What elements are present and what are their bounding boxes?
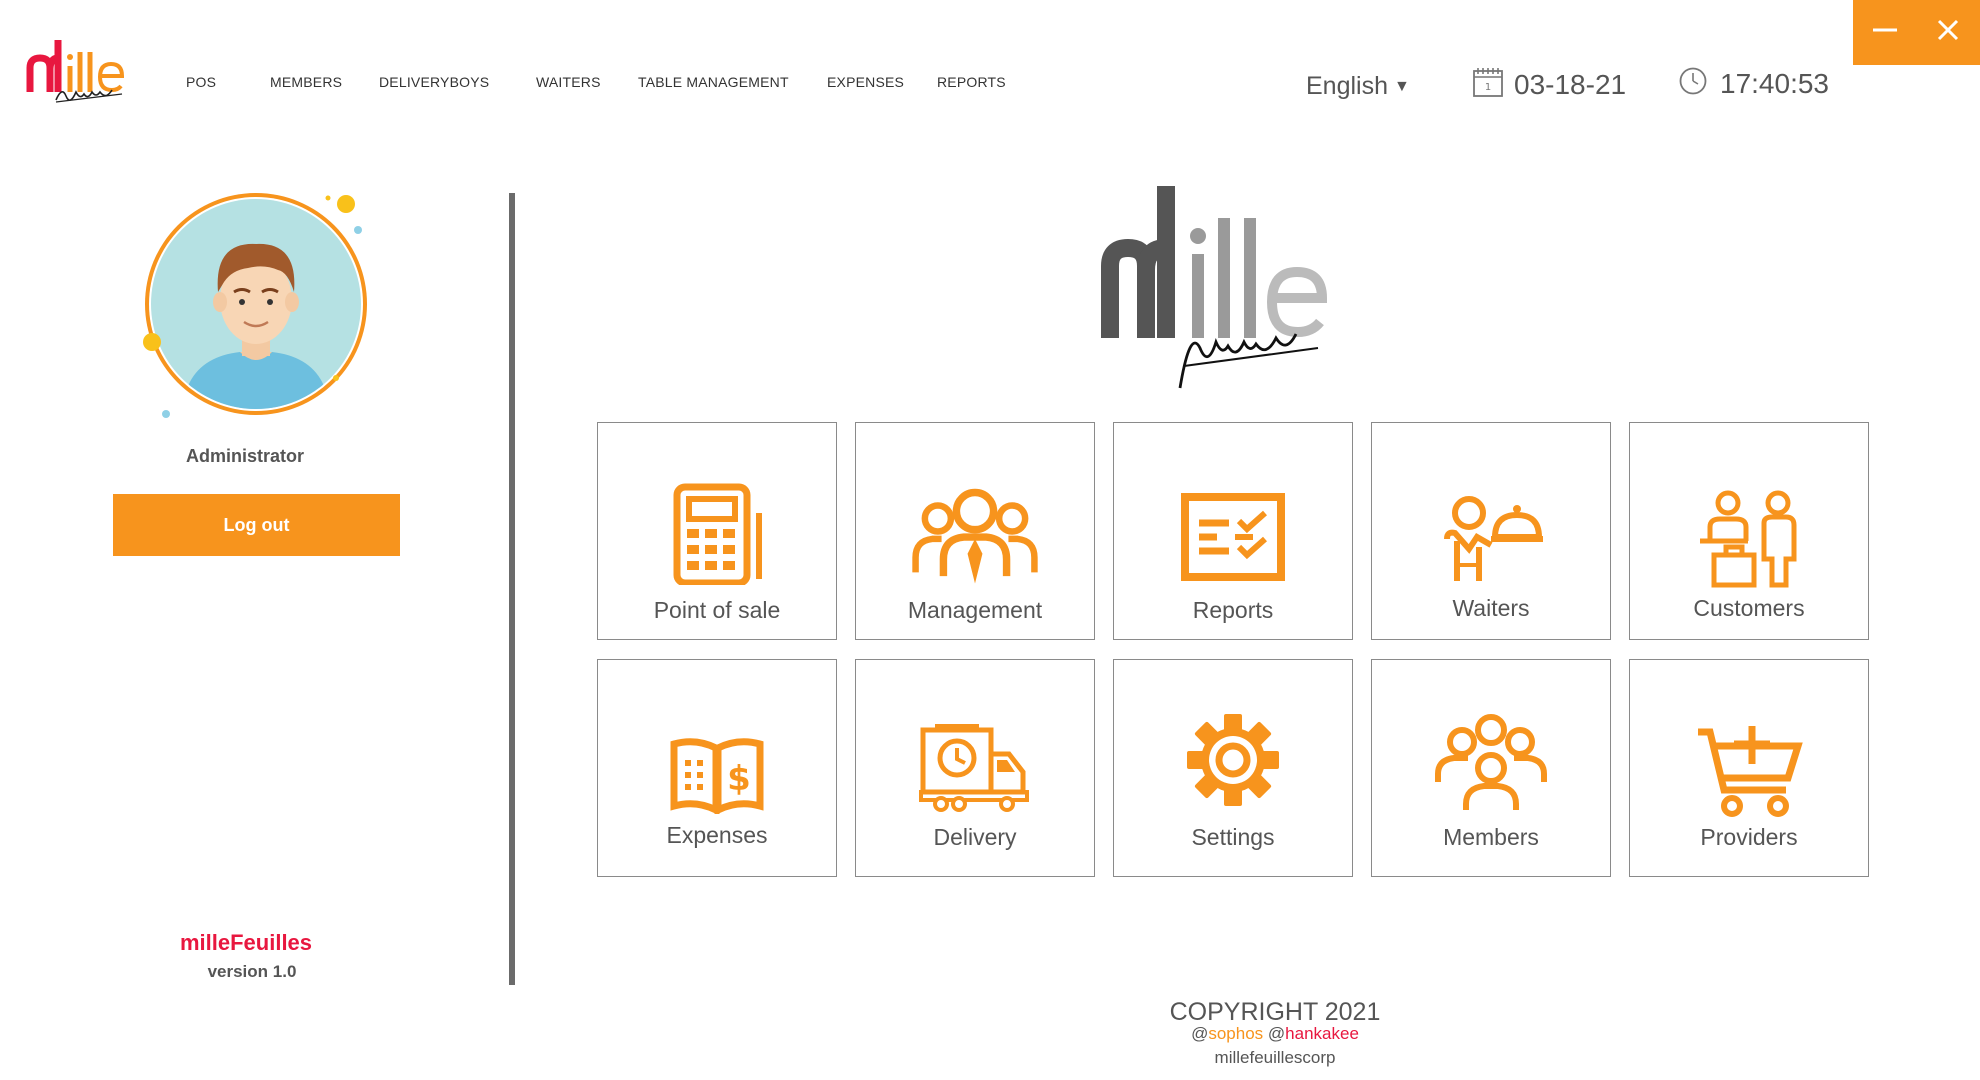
main-logo (1100, 178, 1400, 390)
nav-table-management[interactable]: TABLE MANAGEMENT (638, 74, 789, 90)
tile-members[interactable]: Members (1371, 659, 1611, 877)
nav-members[interactable]: MEMBERS (270, 74, 342, 90)
tile-providers[interactable]: Providers (1629, 659, 1869, 877)
logout-button[interactable]: Log out (113, 494, 400, 556)
members-icon (1426, 712, 1556, 832)
nav-waiters[interactable]: WAITERS (536, 74, 601, 90)
panel-divider (509, 193, 515, 985)
app-logo (26, 30, 138, 112)
minimize-button[interactable] (1853, 0, 1916, 65)
gear-icon (1168, 710, 1298, 830)
minimize-icon (1871, 16, 1899, 49)
tile-reports[interactable]: Reports (1113, 422, 1353, 640)
checklist-icon (1168, 493, 1298, 613)
copyright: COPYRIGHT 2021 (1169, 998, 1381, 1026)
tile-label: Point of sale (653, 597, 781, 623)
app-name: milleFeuilles (179, 930, 313, 955)
tile-settings[interactable]: Settings (1113, 659, 1353, 877)
credit-hankakee[interactable]: hankakee (1285, 1024, 1359, 1043)
credits: @sophos @hankakee (1120, 1024, 1430, 1044)
svg-text:1: 1 (1485, 82, 1491, 93)
tile-label: Providers (1700, 824, 1798, 850)
nav-expenses[interactable]: EXPENSES (827, 74, 904, 90)
svg-text:$: $ (727, 759, 751, 799)
language-label: English (1306, 72, 1388, 100)
language-select[interactable]: English ▼ (1306, 72, 1410, 101)
caret-down-icon: ▼ (1394, 77, 1410, 95)
tile-label: Waiters (1452, 595, 1530, 621)
tile-label: Delivery (933, 824, 1017, 850)
tile-point-of-sale[interactable]: Point of sale (597, 422, 837, 640)
date-text: 03-18-21 (1514, 68, 1627, 100)
date-display: 1 03-18-21 (1472, 66, 1626, 103)
calendar-icon: 1 (1472, 66, 1504, 103)
credit-sophos[interactable]: sophos (1208, 1024, 1263, 1043)
tile-label: Settings (1191, 824, 1275, 850)
clock-icon (1678, 66, 1708, 101)
tile-label: Expenses (666, 822, 768, 848)
close-button[interactable] (1916, 0, 1979, 65)
window-controls (1853, 0, 1980, 65)
tile-customers[interactable]: Customers (1629, 422, 1869, 640)
tile-management[interactable]: Management (855, 422, 1095, 640)
avatar (136, 192, 376, 424)
time-display: 17:40:53 (1678, 66, 1829, 101)
tile-waiters[interactable]: Waiters (1371, 422, 1611, 640)
nav-pos[interactable]: POS (186, 74, 216, 90)
tile-label: Reports (1192, 597, 1274, 623)
tile-label: Members (1443, 824, 1539, 850)
tile-label: Customers (1693, 595, 1805, 621)
corp-name: millefeuillescorp (1214, 1048, 1336, 1067)
credit-at: @ (1267, 1024, 1286, 1043)
app-version: version 1.0 (207, 962, 297, 981)
tile-label: Management (907, 597, 1043, 623)
nav-reports[interactable]: REPORTS (937, 74, 1006, 90)
close-icon (1936, 18, 1960, 47)
time-text: 17:40:53 (1720, 67, 1829, 99)
user-role: Administrator (185, 446, 304, 466)
credit-at: @ (1191, 1024, 1209, 1043)
team-icon (910, 483, 1040, 603)
nav-deliveryboys[interactable]: DELIVERYBOYS (379, 74, 489, 90)
calculator-icon (652, 483, 782, 603)
tile-delivery[interactable]: Delivery (855, 659, 1095, 877)
tile-expenses[interactable]: $ Expenses (597, 659, 837, 877)
customers-luggage-icon (1684, 487, 1814, 607)
